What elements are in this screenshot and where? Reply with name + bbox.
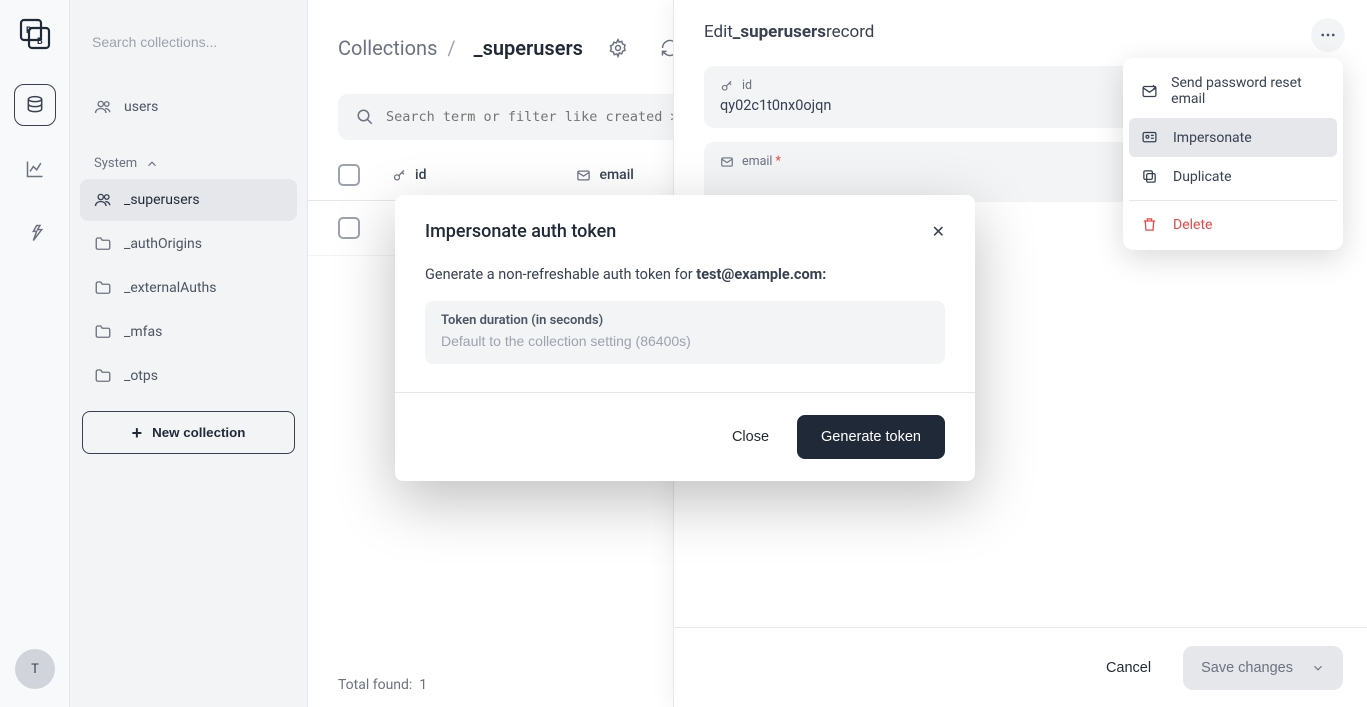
- token-duration-input[interactable]: [441, 333, 929, 349]
- folder-icon: [94, 235, 114, 253]
- select-all-checkbox[interactable]: [338, 164, 360, 186]
- duplicate-icon: [1141, 168, 1163, 185]
- modal-description: Generate a non-refreshable auth token fo…: [425, 266, 945, 283]
- settings-icon[interactable]: [601, 31, 635, 65]
- menu-delete-label: Delete: [1173, 217, 1212, 233]
- sidebar-item-label: _mfas: [124, 324, 162, 340]
- modal-close-icon[interactable]: ✕: [932, 222, 945, 241]
- impersonate-icon: [1141, 129, 1163, 146]
- sidebar-item-label: _externalAuths: [124, 280, 216, 296]
- menu-impersonate-label: Impersonate: [1173, 130, 1252, 146]
- logo: PB: [15, 14, 55, 54]
- generate-token-button[interactable]: Generate token: [797, 415, 945, 459]
- folder-icon: [94, 323, 114, 341]
- token-duration-field[interactable]: Token duration (in seconds): [425, 301, 945, 364]
- sidebar-item-superusers[interactable]: _superusers: [80, 179, 297, 221]
- column-email-label: email: [599, 167, 633, 183]
- sidebar-item-users[interactable]: users: [80, 86, 297, 128]
- sidebar-system-toggle[interactable]: System: [80, 144, 297, 179]
- chevron-up-icon: [145, 157, 159, 171]
- trash-icon: [1141, 216, 1163, 233]
- email-label: email: [742, 154, 772, 169]
- breadcrumb-root: Collections: [338, 36, 437, 60]
- breadcrumb-current: _superusers: [474, 36, 583, 60]
- key-icon: [720, 79, 734, 93]
- collections-sidebar: users System _superusers _authOrigins _e…: [70, 0, 308, 707]
- impersonate-modal: Impersonate auth token ✕ Generate a non-…: [395, 195, 975, 481]
- menu-divider: [1129, 200, 1337, 201]
- menu-impersonate[interactable]: Impersonate: [1129, 118, 1337, 157]
- sidebar-item-label: _otps: [124, 368, 158, 384]
- edit-title-post: record: [826, 22, 874, 42]
- total-found-value: 1: [419, 677, 427, 693]
- edit-panel-header: Edit _superusers record: [674, 0, 1367, 60]
- svg-text:B: B: [37, 37, 43, 47]
- total-found-label: Total found:: [338, 677, 412, 693]
- menu-duplicate-label: Duplicate: [1173, 169, 1232, 185]
- menu-delete[interactable]: Delete: [1129, 205, 1337, 244]
- edit-title-collection: _superusers: [733, 22, 826, 42]
- modal-title: Impersonate auth token: [425, 221, 616, 242]
- svg-text:P: P: [26, 26, 32, 36]
- token-duration-label: Token duration (in seconds): [441, 313, 929, 328]
- folder-icon: [94, 367, 114, 385]
- id-label: id: [742, 78, 752, 93]
- mail-icon: [720, 155, 734, 169]
- users-icon: [94, 191, 114, 209]
- modal-close-button[interactable]: Close: [710, 415, 791, 459]
- breadcrumb-separator: /: [447, 36, 455, 60]
- column-id-label: id: [415, 167, 426, 183]
- icon-rail: PB T: [0, 0, 70, 707]
- chevron-down-icon: [1311, 661, 1325, 675]
- edit-title-pre: Edit: [704, 22, 733, 42]
- users-icon: [94, 98, 114, 116]
- save-changes-button[interactable]: Save changes: [1183, 646, 1343, 690]
- sidebar-item-label: _authOrigins: [124, 236, 202, 252]
- menu-send-reset-label: Send password reset email: [1171, 75, 1325, 107]
- nav-logs-icon[interactable]: [14, 148, 56, 190]
- nav-collections-icon[interactable]: [14, 84, 56, 126]
- edit-panel-footer: Cancel Save changes: [674, 627, 1367, 707]
- save-label: Save changes: [1201, 660, 1293, 676]
- sidebar-item-mfas[interactable]: _mfas: [80, 311, 297, 353]
- modal-desc-email: test@example.com:: [696, 266, 826, 283]
- mail-icon: [576, 168, 591, 183]
- sidebar-item-label: users: [124, 99, 158, 115]
- folder-icon: [94, 279, 114, 297]
- menu-send-reset[interactable]: Send password reset email: [1129, 64, 1337, 118]
- required-indicator: *: [775, 154, 780, 169]
- sidebar-item-authorigins[interactable]: _authOrigins: [80, 223, 297, 265]
- key-icon: [392, 168, 407, 183]
- cancel-button[interactable]: Cancel: [1084, 646, 1173, 690]
- sidebar-item-otps[interactable]: _otps: [80, 355, 297, 397]
- record-actions-menu: Send password reset email Impersonate Du…: [1123, 58, 1343, 250]
- menu-duplicate[interactable]: Duplicate: [1129, 157, 1337, 196]
- new-collection-label: New collection: [152, 425, 245, 440]
- new-collection-button[interactable]: + New collection: [82, 411, 295, 454]
- row-checkbox[interactable]: [338, 217, 360, 239]
- mail-send-icon: [1141, 83, 1161, 100]
- avatar[interactable]: T: [15, 649, 55, 689]
- search-icon: [356, 108, 374, 126]
- search-collections-input[interactable]: [80, 20, 297, 64]
- nav-settings-icon[interactable]: [14, 212, 56, 254]
- modal-desc-pre: Generate a non-refreshable auth token fo…: [425, 266, 696, 283]
- sidebar-item-externalauths[interactable]: _externalAuths: [80, 267, 297, 309]
- more-options-button[interactable]: [1311, 18, 1345, 52]
- system-label: System: [94, 156, 137, 171]
- total-found: Total found: 1: [338, 677, 427, 693]
- sidebar-item-label: _superusers: [124, 192, 200, 208]
